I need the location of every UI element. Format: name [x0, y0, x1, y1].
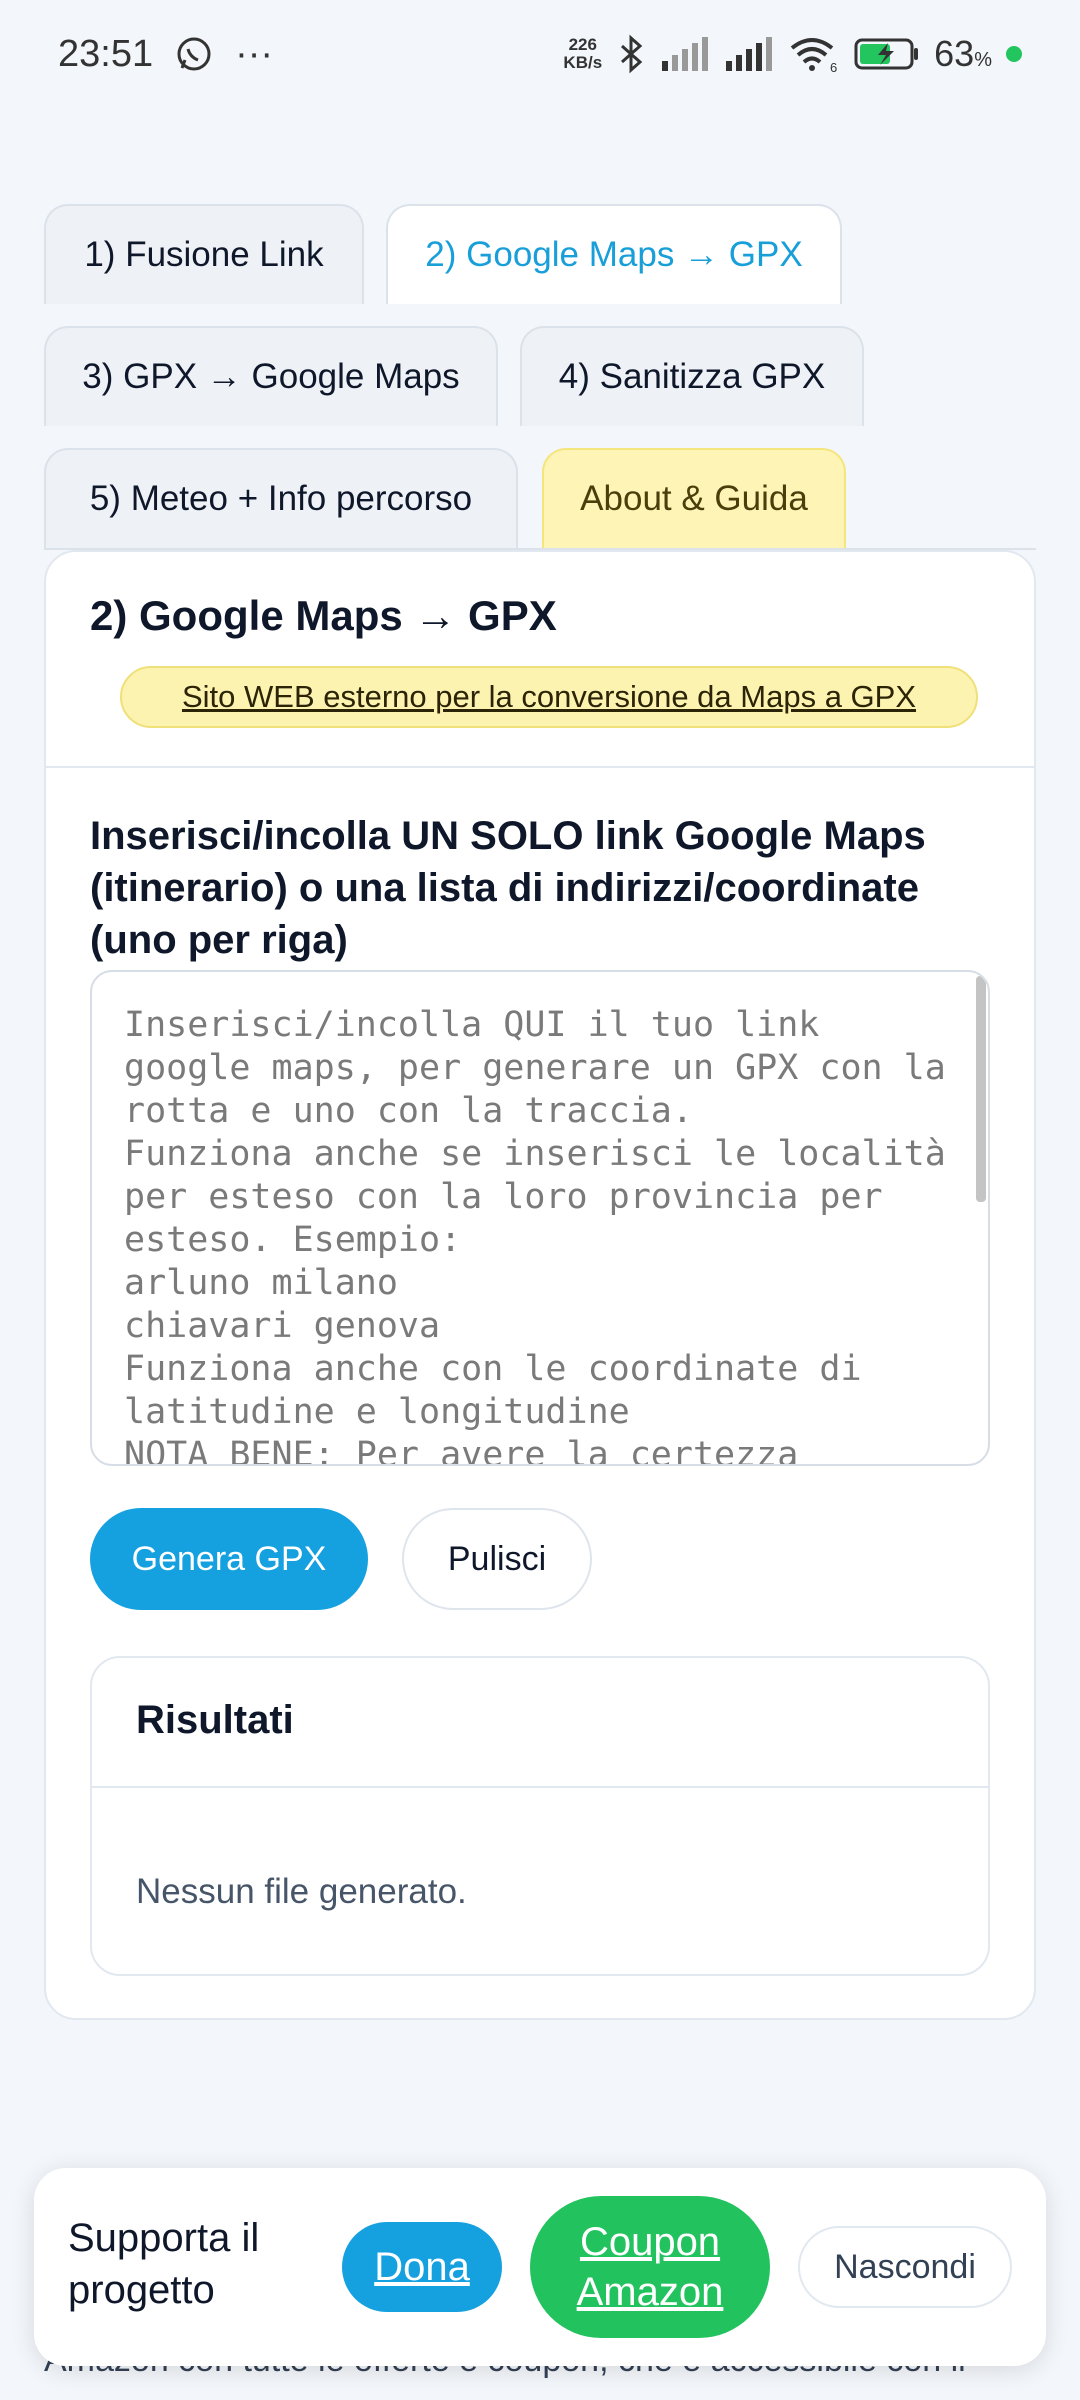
wifi-badge: 6: [830, 60, 837, 74]
tab-sanitizza-gpx[interactable]: 4) Sanitizza GPX: [520, 326, 864, 426]
tab-fusione-link[interactable]: 1) Fusione Link: [44, 204, 364, 304]
signal-icon: [724, 37, 774, 71]
support-banner: Supporta il progetto Dona Coupon Amazon …: [34, 2168, 1046, 2366]
amazon-coupon-button[interactable]: Coupon Amazon: [530, 2196, 770, 2338]
status-bar: 23:51 ··· 226 KB/s 6 63%: [0, 0, 1080, 108]
input-label: Inserisci/incolla UN SOLO link Google Ma…: [90, 814, 926, 962]
tab-about-guida[interactable]: About & Guida: [542, 448, 846, 548]
signal-icon: [660, 37, 710, 71]
support-text: Supporta il progetto: [68, 2216, 260, 2312]
results-title: Risultati: [136, 1698, 294, 1742]
battery-charging-icon: [854, 37, 920, 71]
wifi-icon: 6: [788, 34, 840, 74]
network-speed-unit: KB/s: [563, 53, 603, 72]
clock: 23:51: [58, 32, 154, 75]
hide-banner-button[interactable]: Nascondi: [798, 2226, 1012, 2308]
card-title: 2) Google Maps → GPX: [90, 592, 557, 639]
results-panel: Risultati Nessun file generato.: [90, 1656, 990, 1976]
more-notifications-icon: ···: [235, 32, 274, 75]
results-divider: [92, 1786, 988, 1788]
whatsapp-icon: [175, 35, 213, 73]
external-site-link[interactable]: Sito WEB esterno per la conversione da M…: [120, 666, 978, 728]
network-speed-value: 226: [568, 35, 597, 54]
main-card: 2) Google Maps → GPX Sito WEB esterno pe…: [44, 550, 1036, 2020]
bluetooth-icon: [616, 34, 646, 74]
status-dot: [1006, 46, 1022, 62]
tab-gpx-google-maps[interactable]: 3) GPX → Google Maps: [44, 326, 498, 426]
donate-button[interactable]: Dona: [342, 2222, 502, 2312]
generate-gpx-button[interactable]: Genera GPX: [90, 1508, 368, 1610]
battery-level: 63%: [934, 33, 992, 74]
textarea-scrollbar[interactable]: [976, 976, 986, 1202]
tab-google-maps-gpx[interactable]: 2) Google Maps → GPX: [386, 204, 842, 304]
clear-button[interactable]: Pulisci: [402, 1508, 592, 1610]
tab-meteo-info[interactable]: 5) Meteo + Info percorso: [44, 448, 518, 548]
results-empty-message: Nessun file generato.: [136, 1872, 467, 1911]
card-divider: [46, 766, 1034, 768]
textarea-placeholder: Inserisci/incolla QUI il tuo link google…: [124, 1005, 946, 1466]
maps-link-textarea[interactable]: Inserisci/incolla QUI il tuo link google…: [90, 970, 990, 1466]
network-speed: 226 KB/s: [563, 36, 602, 72]
